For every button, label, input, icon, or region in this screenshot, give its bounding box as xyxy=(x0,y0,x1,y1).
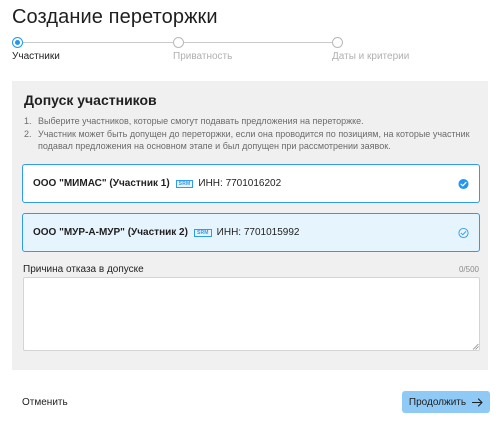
step-label-dates-criteria[interactable]: Даты и критерии xyxy=(332,51,409,62)
instruction-number: 1. xyxy=(24,116,32,126)
step-label-participants[interactable]: Участники xyxy=(12,51,60,62)
instruction-number: 2. xyxy=(24,129,32,139)
participant-inn: ИНН: 7701016202 xyxy=(198,178,282,189)
panel-title: Допуск участников xyxy=(24,92,157,108)
step-dot-dates-criteria[interactable] xyxy=(332,37,343,48)
step-dot-participants[interactable] xyxy=(12,37,23,48)
check-circle-outline-icon[interactable] xyxy=(458,227,469,238)
cancel-button[interactable]: Отменить xyxy=(22,397,68,408)
reason-textarea[interactable] xyxy=(23,277,480,351)
continue-button[interactable]: Продолжить xyxy=(402,391,490,413)
check-circle-filled-icon[interactable] xyxy=(458,178,469,189)
reason-char-counter: 0/500 xyxy=(458,265,479,274)
stepper-line-1 xyxy=(23,42,173,43)
instruction-text: Участник может быть допущен до переторжк… xyxy=(38,129,470,151)
stepper: Участники Приватность Даты и критерии xyxy=(12,37,422,67)
srm-badge: SRM xyxy=(193,228,212,237)
stepper-line-2 xyxy=(184,42,332,43)
reason-label: Причина отказа в допуске xyxy=(23,264,144,275)
participant-inn: ИНН: 7701015992 xyxy=(216,227,300,238)
participant-card-2[interactable]: ООО "МУР-А-МУР" (Участник 2) SRM ИНН: 77… xyxy=(22,213,480,252)
admission-panel: Допуск участников 1. Выберите участников… xyxy=(12,81,488,370)
instruction-item: 2. Участник может быть допущен до перето… xyxy=(24,128,479,152)
srm-badge: SRM xyxy=(175,179,194,188)
step-label-privacy[interactable]: Приватность xyxy=(173,51,232,62)
instructions-list: 1. Выберите участников, которые смогут п… xyxy=(24,115,479,153)
participant-name: ООО "МИМАС" (Участник 1) xyxy=(33,178,170,189)
continue-button-label: Продолжить xyxy=(408,396,467,408)
page-title: Создание переторжки xyxy=(12,6,218,28)
arrow-right-icon xyxy=(472,397,483,407)
participant-card-1[interactable]: ООО "МИМАС" (Участник 1) SRM ИНН: 770101… xyxy=(22,164,480,203)
step-dot-privacy[interactable] xyxy=(173,37,184,48)
instruction-text: Выберите участников, которые смогут пода… xyxy=(38,116,364,126)
participant-name: ООО "МУР-А-МУР" (Участник 2) xyxy=(33,227,188,238)
instruction-item: 1. Выберите участников, которые смогут п… xyxy=(24,115,479,127)
